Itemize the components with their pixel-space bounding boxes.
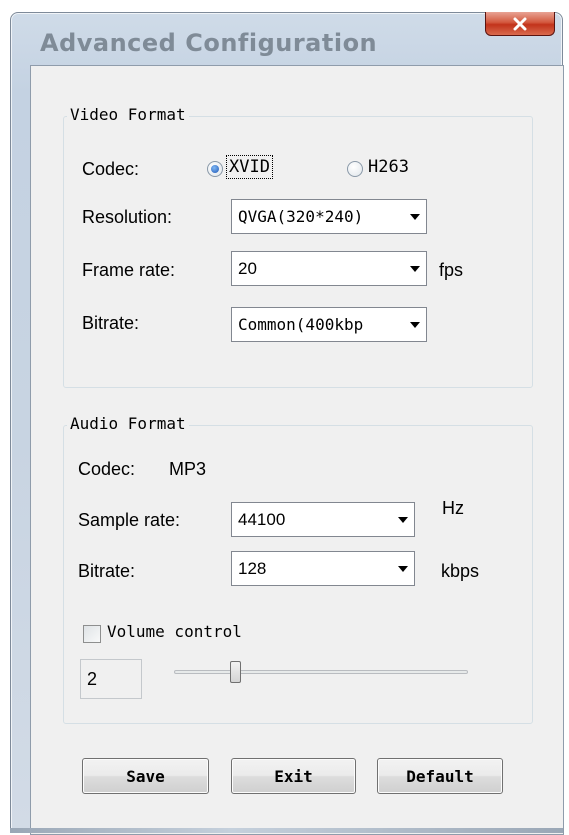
window-bottom-edge	[10, 828, 563, 833]
frame-rate-label: Frame rate:	[82, 260, 176, 280]
volume-value: 2	[87, 669, 98, 689]
sample-rate-value: 44100	[238, 510, 286, 529]
sample-rate-label: Sample rate:	[78, 510, 181, 530]
codec-h263-label[interactable]: H263	[368, 157, 409, 177]
volume-slider-track[interactable]	[174, 670, 468, 674]
codec-xvid-radio[interactable]	[207, 161, 223, 177]
video-format-legend: Video Format	[67, 105, 189, 124]
save-button[interactable]: Save	[82, 758, 209, 794]
chevron-down-icon	[410, 266, 420, 272]
audio-codec-label: Codec:	[78, 459, 136, 479]
dialog-client-area: Video Format Codec: XVID H263 Resolution…	[30, 65, 564, 835]
video-bitrate-value: Common(400kbp	[238, 315, 364, 334]
chevron-down-icon	[410, 322, 420, 328]
close-icon	[513, 17, 527, 31]
close-button[interactable]	[485, 12, 555, 36]
audio-bitrate-label: Bitrate:	[78, 561, 136, 581]
window-title: Advanced Configuration	[40, 29, 378, 57]
volume-value-field[interactable]: 2	[80, 659, 142, 699]
codec-h263-radio[interactable]	[347, 161, 363, 177]
video-format-group: Video Format Codec: XVID H263 Resolution…	[63, 105, 533, 388]
dialog-window: Advanced Configuration Video Format Code…	[10, 12, 564, 835]
resolution-label: Resolution:	[82, 207, 173, 227]
resolution-select[interactable]: QVGA(320*240)	[231, 199, 427, 234]
audio-format-legend: Audio Format	[67, 414, 189, 433]
audio-format-group: Audio Format Codec: MP3 Sample rate: 441…	[63, 414, 533, 724]
frame-rate-value: 20	[238, 259, 257, 278]
video-bitrate-label: Bitrate:	[82, 313, 140, 333]
audio-bitrate-value: 128	[238, 559, 267, 578]
sample-rate-unit: Hz	[442, 498, 464, 518]
sample-rate-select[interactable]: 44100	[231, 502, 415, 537]
video-codec-label: Codec:	[82, 159, 140, 179]
volume-control-checkbox[interactable]	[83, 625, 101, 643]
codec-xvid-label[interactable]: XVID	[226, 155, 273, 179]
resolution-value: QVGA(320*240)	[238, 207, 364, 226]
exit-button[interactable]: Exit	[231, 758, 356, 794]
video-bitrate-select[interactable]: Common(400kbp	[231, 307, 427, 342]
audio-codec-value: MP3	[169, 459, 207, 479]
frame-rate-select[interactable]: 20	[231, 251, 427, 286]
chevron-down-icon	[410, 214, 420, 220]
audio-bitrate-select[interactable]: 128	[231, 551, 415, 586]
chevron-down-icon	[398, 517, 408, 523]
volume-control-label[interactable]: Volume control	[107, 622, 242, 641]
audio-bitrate-unit: kbps	[441, 561, 480, 581]
frame-rate-unit: fps	[439, 260, 464, 280]
chevron-down-icon	[398, 566, 408, 572]
volume-slider-thumb[interactable]	[230, 661, 241, 683]
default-button[interactable]: Default	[377, 758, 503, 794]
